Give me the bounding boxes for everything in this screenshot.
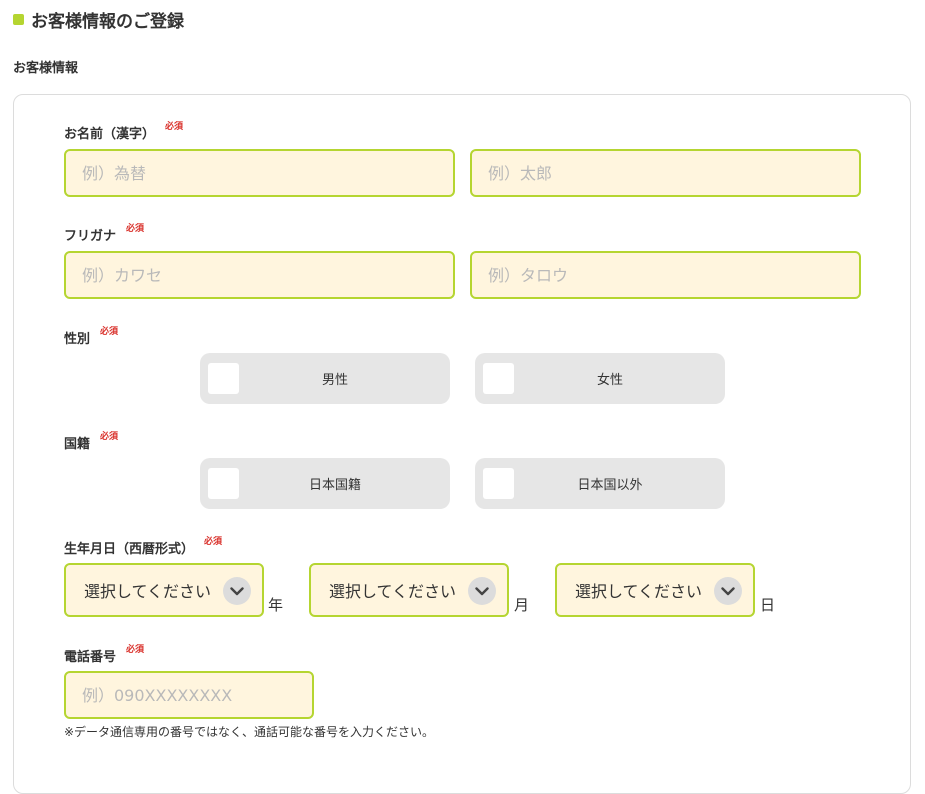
nationality-option-other[interactable]: 日本国以外 bbox=[475, 458, 725, 509]
month-unit: 月 bbox=[514, 596, 530, 614]
first-name-kana-input[interactable] bbox=[470, 251, 861, 299]
year-unit: 年 bbox=[268, 596, 284, 614]
select-value: 選択してください bbox=[329, 582, 457, 601]
gender-label: 性別 必須 bbox=[64, 327, 118, 347]
page-title: お客様情報のご登録 bbox=[13, 6, 184, 32]
phone-input[interactable] bbox=[64, 671, 314, 719]
gender-option-label: 男性 bbox=[321, 373, 348, 388]
title-marker bbox=[13, 13, 24, 25]
nationality-option-japanese[interactable]: 日本国籍 bbox=[200, 458, 450, 509]
birth-day-select[interactable]: 選択してください bbox=[555, 563, 755, 617]
required-badge: 必須 bbox=[126, 645, 145, 655]
name-label: お名前（漢字） 必須 bbox=[64, 122, 183, 142]
birthdate-label: 生年月日（西暦形式） 必須 bbox=[64, 537, 222, 557]
select-value: 選択してください bbox=[84, 582, 212, 601]
birth-month-select[interactable]: 選択してください bbox=[309, 563, 509, 617]
last-name-input[interactable] bbox=[64, 149, 455, 197]
furigana-label: フリガナ 必須 bbox=[64, 224, 144, 244]
nationality-option-label: 日本国以外 bbox=[577, 478, 643, 493]
chevron-down-icon bbox=[468, 577, 496, 605]
first-name-input[interactable] bbox=[470, 149, 861, 197]
nationality-label: 国籍 必須 bbox=[64, 432, 118, 452]
phone-note: ※データ通信専用の番号ではなく、通話可能な番号を入力ください。 bbox=[64, 725, 435, 739]
gender-option-male[interactable]: 男性 bbox=[200, 353, 450, 404]
chevron-down-icon bbox=[714, 577, 742, 605]
select-value: 選択してください bbox=[575, 582, 703, 601]
nationality-option-label: 日本国籍 bbox=[308, 478, 361, 493]
required-badge: 必須 bbox=[100, 432, 119, 442]
required-badge: 必須 bbox=[126, 224, 145, 234]
section-heading: お客様情報 bbox=[13, 61, 79, 76]
required-badge: 必須 bbox=[100, 327, 119, 337]
day-unit: 日 bbox=[760, 596, 776, 614]
birth-year-select[interactable]: 選択してください bbox=[64, 563, 264, 617]
required-badge: 必須 bbox=[204, 537, 223, 547]
gender-option-label: 女性 bbox=[596, 373, 623, 388]
page-title-text: お客様情報のご登録 bbox=[31, 11, 184, 32]
last-name-kana-input[interactable] bbox=[64, 251, 455, 299]
required-badge: 必須 bbox=[165, 122, 184, 132]
gender-option-female[interactable]: 女性 bbox=[475, 353, 725, 404]
phone-label: 電話番号 必須 bbox=[64, 645, 144, 665]
chevron-down-icon bbox=[223, 577, 251, 605]
